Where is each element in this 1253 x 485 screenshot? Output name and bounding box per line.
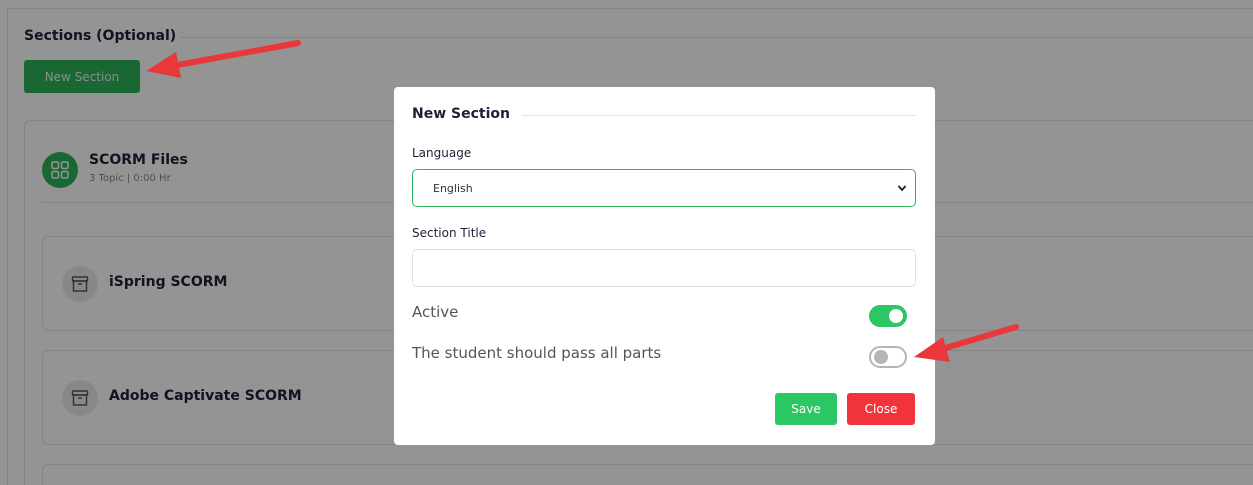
section-title-label: Section Title xyxy=(412,226,487,240)
active-toggle[interactable] xyxy=(869,305,907,327)
section-title-input[interactable] xyxy=(412,249,916,287)
pass-all-parts-toggle[interactable] xyxy=(869,346,907,368)
language-select[interactable]: English xyxy=(412,169,916,207)
toggle-knob xyxy=(874,350,888,364)
close-button[interactable]: Close xyxy=(847,393,915,425)
modal-title: New Section xyxy=(412,106,510,122)
divider xyxy=(522,115,916,116)
pass-all-parts-label: The student should pass all parts xyxy=(412,344,662,362)
toggle-knob xyxy=(889,309,903,323)
language-select-value: English xyxy=(433,181,473,195)
new-section-modal: New Section Language English Section Tit… xyxy=(394,87,935,445)
language-label: Language xyxy=(412,146,472,160)
chevron-down-icon xyxy=(897,185,907,192)
save-button[interactable]: Save xyxy=(775,393,837,425)
active-label: Active xyxy=(412,303,459,321)
